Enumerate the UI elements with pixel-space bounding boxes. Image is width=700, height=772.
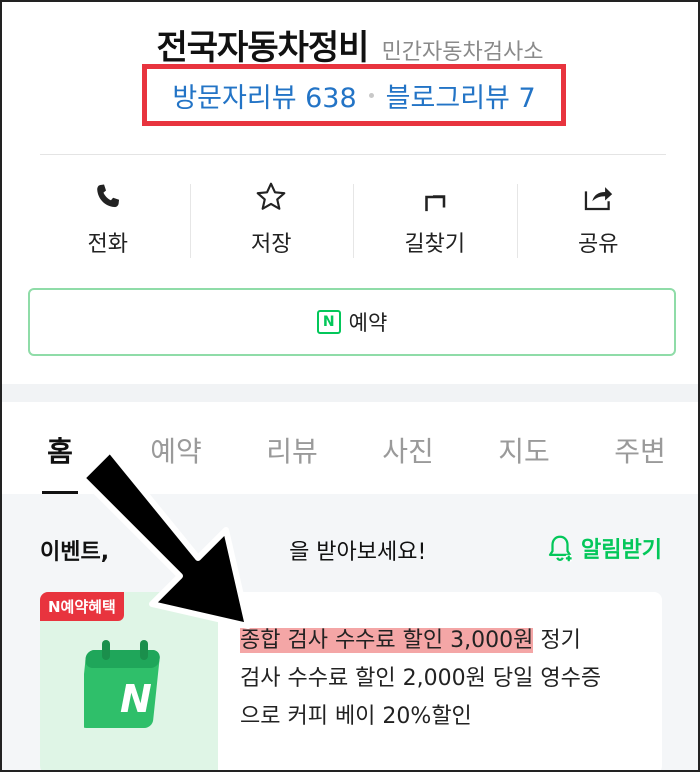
event-line1-rest: 정기 [533, 628, 581, 653]
share-icon [585, 187, 613, 211]
directions-icon [424, 195, 446, 212]
divider [40, 154, 666, 155]
share-label: 공유 [578, 232, 619, 257]
tab-reviews[interactable]: 리뷰 [234, 402, 350, 494]
visitor-reviews-link[interactable]: 방문자리뷰 638 [172, 76, 356, 115]
bell-plus-icon [548, 535, 573, 562]
phone-icon [96, 184, 119, 208]
tab-photos[interactable]: 사진 [350, 402, 466, 494]
highlighted-discount: 종합 검사 수수료 할인 3,000원 [240, 628, 534, 653]
tab-booking[interactable]: 예약 [118, 402, 234, 494]
reserve-label: 예약 [348, 311, 388, 335]
star-icon [256, 182, 286, 210]
alert-label: 알림받기 [581, 538, 662, 563]
svg-text:N: N [120, 677, 152, 721]
review-links-highlight: 방문자리뷰 638 블로그리뷰 7 [142, 64, 566, 126]
calendar-n-icon: N [84, 640, 160, 728]
place-header: 전국자동차정비 민간자동차검사소 [2, 20, 698, 69]
tab-nearby[interactable]: 주변 [582, 402, 698, 494]
event-thumbnail: N N예약혜택 [40, 592, 218, 770]
separator-dot [368, 92, 374, 98]
section-gap [2, 384, 698, 402]
reserve-button[interactable]: N 예약 [28, 288, 676, 356]
blog-reviews-link[interactable]: 블로그리뷰 7 [386, 76, 536, 115]
call-label: 전화 [87, 232, 128, 257]
event-title-tail: 을 받아보세요! [289, 540, 427, 565]
call-button[interactable]: 전화 [26, 172, 190, 267]
event-line3: 으로 커피 베이 20%할인 [240, 704, 472, 729]
tab-home[interactable]: 홈 [2, 402, 118, 494]
event-badge: N예약혜택 [40, 592, 124, 621]
place-name: 전국자동차정비 [156, 28, 370, 68]
screen-frame: 전국자동차정비 민간자동차검사소 방문자리뷰 638 블로그리뷰 7 전화 저장 [0, 0, 700, 772]
event-line2: 검사 수수료 할인 2,000원 당일 영수증 [240, 666, 602, 691]
event-description: 종합 검사 수수료 할인 3,000원 정기 검사 수수료 할인 2,000원 … [240, 622, 650, 736]
save-button[interactable]: 저장 [189, 172, 354, 267]
naver-booking-icon: N [316, 310, 341, 334]
place-category: 민간자동차검사소 [381, 40, 544, 65]
directions-label: 길찾기 [404, 232, 466, 257]
event-card[interactable]: N N예약혜택 종합 검사 수수료 할인 3,000원 정기 검사 수수료 할인… [40, 592, 662, 770]
event-title-head: 이벤트, [40, 540, 110, 565]
share-button[interactable]: 공유 [516, 172, 681, 267]
event-section-title: 이벤트, 을 받아보세요! [40, 534, 426, 566]
directions-button[interactable]: 길찾기 [353, 172, 517, 267]
action-bar: 전화 저장 길찾기 공유 [26, 172, 680, 267]
save-label: 저장 [251, 232, 292, 257]
tab-map[interactable]: 지도 [466, 402, 582, 494]
tab-bar: 홈 예약 리뷰 사진 지도 주변 [2, 402, 698, 494]
alert-subscribe-button[interactable]: 알림받기 [545, 532, 662, 564]
